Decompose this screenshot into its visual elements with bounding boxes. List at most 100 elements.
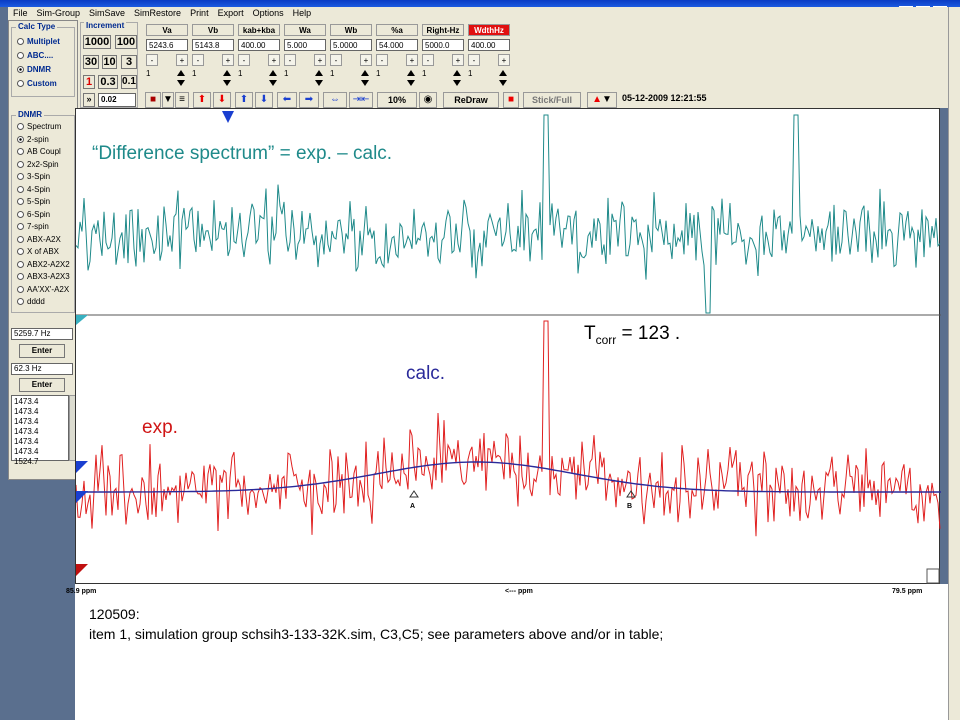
arrow-down-icon[interactable]	[269, 80, 277, 86]
increment-100-button[interactable]: 100	[115, 35, 137, 49]
arrow-up-icon[interactable]	[223, 70, 231, 76]
increment-1000-button[interactable]: 1000	[83, 35, 111, 49]
stop-icon[interactable]: ■	[503, 92, 519, 108]
plus-button[interactable]: +	[268, 54, 280, 66]
minus-button[interactable]: -	[146, 54, 158, 66]
peak-list-item[interactable]: 1473.4	[14, 417, 68, 427]
calc-type-multiplet[interactable]: Multiplet	[17, 37, 60, 46]
plus-button[interactable]: +	[498, 54, 510, 66]
spectrum-plot[interactable]: A B “Difference spectrum” = exp. – calc.…	[75, 108, 941, 584]
arrow-up-icon[interactable]	[453, 70, 461, 76]
peak-list-item[interactable]: 1473.4	[14, 447, 68, 457]
peak-list-item[interactable]: 1473.4	[14, 427, 68, 437]
hz-input-2[interactable]: 62.3 Hz	[11, 363, 73, 375]
dnmr-option[interactable]: 2x2-Spin	[17, 160, 59, 169]
blue-arrow-up-icon[interactable]: ⬆	[235, 92, 253, 108]
param-value-field[interactable]: 5243.6	[146, 39, 188, 51]
param-value-field[interactable]: 400.00	[238, 39, 280, 51]
blue-arrow-down-icon[interactable]: ⬇	[255, 92, 273, 108]
dropdown-icon[interactable]: ▼	[162, 92, 174, 108]
param-value-field[interactable]: 5.0000	[330, 39, 372, 51]
arrow-down-icon[interactable]	[223, 80, 231, 86]
menu-simrestore[interactable]: SimRestore	[134, 8, 181, 18]
menu-list-icon[interactable]: ≡	[175, 92, 189, 108]
fast-forward-icon[interactable]: »	[83, 93, 95, 107]
menu-simsave[interactable]: SimSave	[89, 8, 125, 18]
dnmr-option[interactable]: Spectrum	[17, 122, 61, 131]
menu-options[interactable]: Options	[253, 8, 284, 18]
arrow-up-icon[interactable]	[269, 70, 277, 76]
increment-0.1-button[interactable]: 0.1	[121, 75, 137, 89]
calc-type-dnmr[interactable]: DNMR	[17, 65, 51, 74]
minus-button[interactable]: -	[376, 54, 388, 66]
param-value-field[interactable]: 54.000	[376, 39, 418, 51]
dnmr-option[interactable]: dddd	[17, 297, 45, 306]
calc-type-abc[interactable]: ABC....	[17, 51, 53, 60]
increment-value-field[interactable]: 0.02	[98, 93, 136, 107]
save-icon[interactable]: ■	[145, 92, 161, 108]
arrow-up-icon[interactable]	[499, 70, 507, 76]
arrow-right-icon[interactable]: ➡	[299, 92, 319, 108]
up-down-triangles-icon[interactable]: ▲▼	[587, 92, 617, 108]
cursor-marker-icon[interactable]	[222, 111, 234, 123]
plus-button[interactable]: +	[452, 54, 464, 66]
increment-30-button[interactable]: 30	[83, 55, 99, 69]
dnmr-option[interactable]: 3-Spin	[17, 172, 50, 181]
menu-export[interactable]: Export	[218, 8, 244, 18]
plot-corner-button[interactable]	[926, 568, 940, 584]
minus-button[interactable]: -	[422, 54, 434, 66]
plus-button[interactable]: +	[360, 54, 372, 66]
minus-button[interactable]: -	[192, 54, 204, 66]
dnmr-option[interactable]: AB Coupl	[17, 147, 61, 156]
plus-button[interactable]: +	[176, 54, 188, 66]
marker-b-icon[interactable]	[626, 490, 636, 498]
exp-baseline-marker-icon[interactable]	[76, 564, 88, 576]
marker-a-icon[interactable]	[409, 490, 419, 498]
arrow-down-icon[interactable]	[361, 80, 369, 86]
compress-horizontal-icon[interactable]: ⇥⇤	[349, 92, 373, 108]
param-value-field[interactable]: 5143.8	[192, 39, 234, 51]
arrow-down-icon[interactable]	[407, 80, 415, 86]
arrow-left-icon[interactable]: ⬅	[277, 92, 297, 108]
dnmr-option[interactable]: 2-spin	[17, 135, 49, 144]
calc-type-custom[interactable]: Custom	[17, 79, 57, 88]
arrow-down-icon[interactable]	[453, 80, 461, 86]
increment-1-button[interactable]: 1	[83, 75, 95, 89]
menu-print[interactable]: Print	[190, 8, 209, 18]
arrow-down-icon[interactable]	[315, 80, 323, 86]
arrow-up-icon[interactable]	[177, 70, 185, 76]
diff-baseline-marker-icon[interactable]	[76, 315, 88, 325]
plus-button[interactable]: +	[406, 54, 418, 66]
param-value-field[interactable]: 400.00	[468, 39, 510, 51]
dnmr-option[interactable]: 5-Spin	[17, 197, 50, 206]
target-icon[interactable]: ◉	[419, 92, 437, 108]
arrow-up-icon[interactable]	[315, 70, 323, 76]
dnmr-option[interactable]: AA'XX'-A2X	[17, 285, 69, 294]
right-scroll-strip[interactable]	[948, 7, 960, 720]
peak-list-item[interactable]: 1473.4	[14, 407, 68, 417]
dnmr-option[interactable]: X of ABX	[17, 247, 59, 256]
dnmr-option[interactable]: 6-Spin	[17, 210, 50, 219]
arrow-up-icon[interactable]	[361, 70, 369, 76]
param-value-field[interactable]: 5000.0	[422, 39, 464, 51]
increment-0.3-button[interactable]: 0.3	[98, 75, 118, 89]
dnmr-option[interactable]: ABX2-A2X2	[17, 260, 70, 269]
dnmr-option[interactable]: ABX-A2X	[17, 235, 61, 244]
minus-button[interactable]: -	[284, 54, 296, 66]
menu-sim-group[interactable]: Sim-Group	[37, 8, 81, 18]
increment-10-button[interactable]: 10	[102, 55, 117, 69]
calc-scale-marker-icon[interactable]	[76, 461, 88, 473]
peak-list-item[interactable]: 1524.7	[14, 457, 68, 467]
dnmr-option[interactable]: ABX3-A2X3	[17, 272, 70, 281]
plus-button[interactable]: +	[314, 54, 326, 66]
stick-full-button[interactable]: Stick/Full	[523, 92, 581, 108]
dnmr-option[interactable]: 4-Spin	[17, 185, 50, 194]
arrow-down-icon[interactable]	[177, 80, 185, 86]
red-arrow-up-icon[interactable]: ⬆	[193, 92, 211, 108]
arrow-up-icon[interactable]	[407, 70, 415, 76]
increment-3-button[interactable]: 3	[121, 55, 137, 69]
minus-button[interactable]: -	[468, 54, 480, 66]
expand-horizontal-icon[interactable]: ⇔	[323, 92, 347, 108]
hz-input-1[interactable]: 5259.7 Hz	[11, 328, 73, 340]
peak-list-item[interactable]: 1473.4	[14, 437, 68, 447]
